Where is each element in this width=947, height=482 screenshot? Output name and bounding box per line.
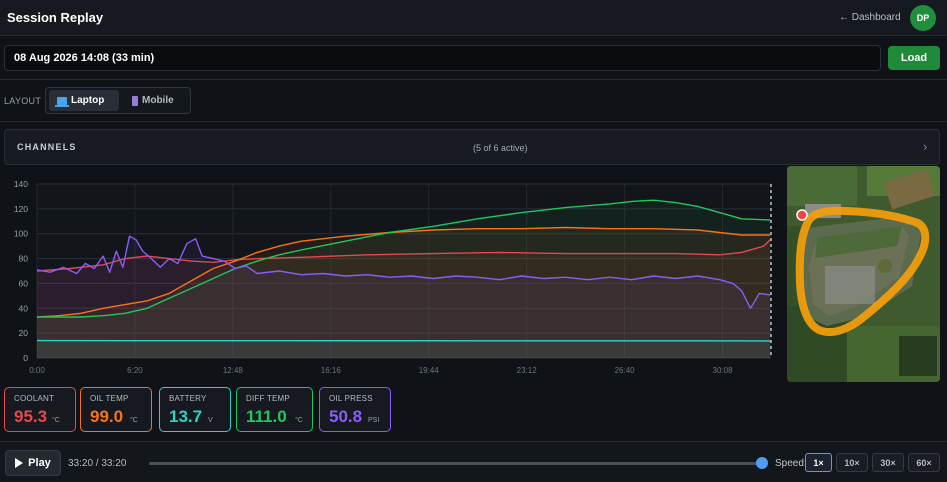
- layout-laptop-label: Laptop: [71, 95, 105, 106]
- x-tick-label: 30:08: [713, 366, 734, 375]
- avatar[interactable]: DP: [910, 5, 936, 31]
- metric-value: 111.0: [246, 407, 287, 426]
- play-label: Play: [28, 457, 51, 469]
- x-tick-label: 0:00: [29, 366, 45, 375]
- x-tick-label: 19:44: [419, 366, 440, 375]
- y-tick-label: 40: [19, 303, 29, 313]
- metric-value: 50.8: [329, 407, 363, 426]
- car-position-marker: [796, 209, 808, 221]
- session-input[interactable]: [4, 45, 881, 71]
- top-bar: Session Replay ← Dashboard DP: [0, 0, 947, 36]
- y-tick-label: 120: [14, 204, 28, 214]
- y-tick-label: 60: [19, 278, 29, 288]
- y-tick-label: 0: [23, 353, 28, 363]
- metric-label: DIFF TEMP: [246, 394, 290, 403]
- channels-title: CHANNELS: [17, 142, 77, 152]
- layout-label: LAYOUT: [4, 96, 42, 106]
- metric-unit: V: [208, 417, 213, 424]
- chevron-right-icon[interactable]: ›: [923, 139, 927, 154]
- metric-battery: BATTERY 13.7 V: [159, 387, 231, 432]
- channels-count: (5 of 6 active): [473, 143, 528, 153]
- time-readout: 33:20 / 33:20: [68, 458, 127, 469]
- play-icon: [15, 458, 24, 468]
- metric-unit: °C: [295, 417, 303, 424]
- metric-value: 99.0: [90, 407, 124, 426]
- mobile-icon: [132, 95, 138, 106]
- metric-label: OIL PRESS: [329, 394, 373, 403]
- layout-laptop-button[interactable]: Laptop: [49, 90, 119, 111]
- playback-bar: Play 33:20 / 33:20 Speed: 1× 10× 30× 60×: [0, 441, 947, 482]
- scrubber-progress: [149, 462, 762, 465]
- metric-diff-temp: DIFF TEMP 111.0 °C: [236, 387, 313, 432]
- x-tick-label: 26:40: [615, 366, 636, 375]
- metric-coolant: COOLANT 95.3 °C: [4, 387, 76, 432]
- laptop-icon: [55, 96, 69, 107]
- satellite-map: [787, 166, 940, 382]
- layout-mobile-button[interactable]: Mobile: [124, 90, 188, 111]
- metric-label: COOLANT: [14, 394, 55, 403]
- telemetry-chart[interactable]: 0 20 40 60 80 100 120 140 0:00 6:20 12:48 16:16 19:…: [0, 170, 780, 380]
- y-tick-label: 20: [19, 328, 29, 338]
- metric-oil-press: OIL PRESS 50.8 PSI: [319, 387, 391, 432]
- layout-mobile-label: Mobile: [142, 95, 174, 106]
- divider: [0, 121, 947, 122]
- divider: [0, 79, 947, 80]
- metric-value: 13.7: [169, 407, 203, 426]
- speed-30x-button[interactable]: 30×: [872, 453, 904, 472]
- x-tick-label: 16:16: [321, 366, 342, 375]
- scrubber-track[interactable]: [149, 462, 762, 465]
- y-tick-label: 80: [19, 254, 29, 264]
- dashboard-link[interactable]: ← Dashboard: [839, 12, 901, 23]
- speed-10x-button[interactable]: 10×: [836, 453, 868, 472]
- x-axis-ticks: 0:00 6:20 12:48 16:16 19:44 23:12 26:40 30:08: [29, 366, 733, 375]
- metric-unit: PSI: [368, 417, 380, 424]
- layout-toggle: Laptop Mobile: [45, 87, 191, 114]
- metric-value: 95.3: [14, 407, 48, 426]
- speed-label: Speed:: [775, 458, 807, 469]
- play-button[interactable]: Play: [5, 450, 61, 476]
- x-tick-label: 12:48: [223, 366, 244, 375]
- metric-label: BATTERY: [169, 394, 207, 403]
- metric-unit: °C: [130, 417, 138, 424]
- track-map[interactable]: [787, 166, 940, 382]
- y-axis-ticks: 0 20 40 60 80 100 120 140: [14, 179, 28, 363]
- channels-panel[interactable]: CHANNELS (5 of 6 active) ›: [4, 129, 940, 165]
- metric-unit: °C: [52, 417, 60, 424]
- x-tick-label: 23:12: [517, 366, 538, 375]
- speed-1x-button[interactable]: 1×: [805, 453, 832, 472]
- app-title: Session Replay: [7, 10, 104, 25]
- scrubber-handle[interactable]: [756, 457, 768, 469]
- y-tick-label: 100: [14, 229, 28, 239]
- metric-oil-temp: OIL TEMP 99.0 °C: [80, 387, 152, 432]
- metric-label: OIL TEMP: [90, 394, 129, 403]
- load-button[interactable]: Load: [888, 46, 940, 70]
- y-tick-label: 140: [14, 179, 28, 189]
- speed-60x-button[interactable]: 60×: [908, 453, 940, 472]
- x-tick-label: 6:20: [127, 366, 143, 375]
